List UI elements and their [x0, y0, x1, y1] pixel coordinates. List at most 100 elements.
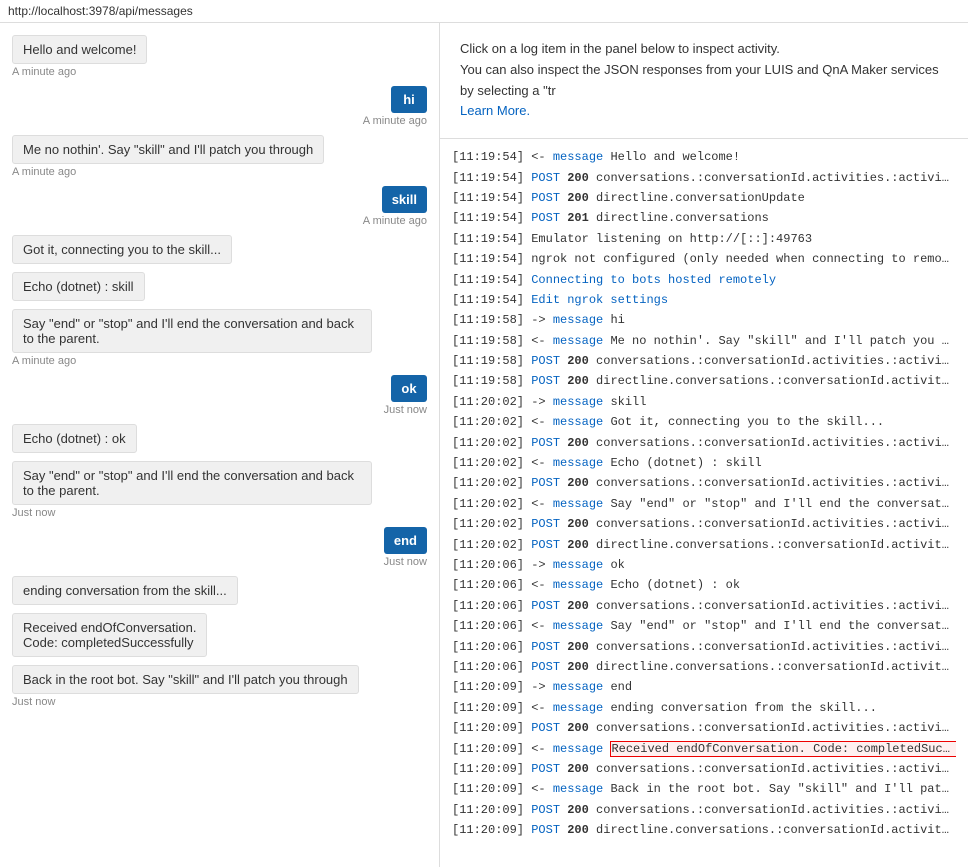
log-post-link[interactable]: POST 200 [531, 823, 589, 837]
log-message-link[interactable]: message [553, 680, 603, 694]
log-section[interactable]: [11:19:54] <- message Hello and welcome!… [440, 139, 968, 867]
chat-message: Me no nothin'. Say "skill" and I'll patc… [12, 135, 427, 178]
log-post-link[interactable]: POST 200 [531, 803, 589, 817]
bot-bubble: Say "end" or "stop" and I'll end the con… [12, 309, 372, 353]
bot-bubble: Echo (dotnet) : skill [12, 272, 145, 301]
log-entry[interactable]: [11:20:06] -> message ok [452, 555, 956, 575]
timestamp: Just now [384, 404, 427, 416]
log-message-link[interactable]: message [553, 578, 603, 592]
log-message-link[interactable]: message [553, 701, 603, 715]
log-entry[interactable]: [11:20:09] POST 200 directline.conversat… [452, 820, 956, 840]
log-entry[interactable]: [11:20:02] <- message Echo (dotnet) : sk… [452, 453, 956, 473]
bot-bubble: Me no nothin'. Say "skill" and I'll patc… [12, 135, 324, 164]
log-entry[interactable]: [11:20:06] POST 200 conversations.:conve… [452, 596, 956, 616]
log-entry[interactable]: [11:19:58] POST 200 directline.conversat… [452, 371, 956, 391]
log-post-link[interactable]: POST 200 [531, 354, 589, 368]
log-entry[interactable]: [11:19:54] Connecting to bots hosted rem… [452, 270, 956, 290]
log-entry[interactable]: [11:19:54] Edit ngrok settings [452, 290, 956, 310]
log-entry[interactable]: [11:19:54] POST 200 directline.conversat… [452, 188, 956, 208]
highlighted-text: Received endOfConversation. Code: comple… [610, 741, 956, 757]
info-section: Click on a log item in the panel below t… [440, 23, 968, 139]
log-message-link[interactable]: message [553, 313, 603, 327]
log-entry[interactable]: [11:20:06] POST 200 directline.conversat… [452, 657, 956, 677]
log-entry[interactable]: [11:20:02] <- message Say "end" or "stop… [452, 494, 956, 514]
chat-message: Got it, connecting you to the skill... [12, 235, 427, 264]
log-message-link[interactable]: message [553, 395, 603, 409]
log-message-link[interactable]: message [553, 619, 603, 633]
log-entry[interactable]: [11:20:02] -> message skill [452, 392, 956, 412]
log-message-link[interactable]: message [553, 415, 603, 429]
log-post-link[interactable]: POST 200 [531, 517, 589, 531]
bot-bubble: Say "end" or "stop" and I'll end the con… [12, 461, 372, 505]
connecting-link[interactable]: Connecting to bots hosted remotely [531, 273, 776, 287]
log-entry[interactable]: [11:20:09] <- message Back in the root b… [452, 779, 956, 799]
log-post-link[interactable]: POST 201 [531, 211, 589, 225]
url-text: http://localhost:3978/api/messages [8, 4, 193, 18]
log-entry[interactable]: [11:20:06] <- message Say "end" or "stop… [452, 616, 956, 636]
log-entry[interactable]: [11:19:54] ngrok not configured (only ne… [452, 249, 956, 269]
chat-message: Back in the root bot. Say "skill" and I'… [12, 665, 427, 708]
url-bar: http://localhost:3978/api/messages [0, 0, 968, 23]
log-entry[interactable]: [11:20:02] <- message Got it, connecting… [452, 412, 956, 432]
info-line1: Click on a log item in the panel below t… [460, 39, 948, 60]
timestamp: A minute ago [12, 166, 76, 178]
log-entry[interactable]: [11:20:02] POST 200 conversations.:conve… [452, 433, 956, 453]
log-post-link[interactable]: POST 200 [531, 721, 589, 735]
log-entry[interactable]: [11:20:09] POST 200 conversations.:conve… [452, 759, 956, 779]
log-message-link[interactable]: message [553, 497, 603, 511]
user-bubble: hi [391, 86, 427, 113]
timestamp: A minute ago [12, 66, 76, 78]
chat-message: Hello and welcome!A minute ago [12, 35, 427, 78]
timestamp: Just now [12, 507, 55, 519]
log-post-link[interactable]: POST 200 [531, 538, 589, 552]
timestamp: A minute ago [363, 215, 427, 227]
log-entry[interactable]: [11:20:09] <- message Received endOfConv… [452, 739, 956, 759]
log-post-link[interactable]: POST 200 [531, 191, 589, 205]
log-entry[interactable]: [11:19:54] Emulator listening on http://… [452, 229, 956, 249]
log-message-link[interactable]: message [553, 150, 603, 164]
log-post-link[interactable]: POST 200 [531, 660, 589, 674]
log-post-link[interactable]: POST 200 [531, 762, 589, 776]
user-bubble: end [384, 527, 427, 554]
log-entry[interactable]: [11:19:54] POST 201 directline.conversat… [452, 208, 956, 228]
log-post-link[interactable]: POST 200 [531, 171, 589, 185]
log-entry[interactable]: [11:20:09] POST 200 conversations.:conve… [452, 718, 956, 738]
info-line2-text: You can also inspect the JSON responses … [460, 62, 939, 98]
log-entry[interactable]: [11:20:09] <- message ending conversatio… [452, 698, 956, 718]
log-entry[interactable]: [11:20:02] POST 200 conversations.:conve… [452, 514, 956, 534]
log-entry[interactable]: [11:20:09] POST 200 conversations.:conve… [452, 800, 956, 820]
log-message-link[interactable]: message [553, 742, 603, 756]
log-entry[interactable]: [11:19:54] <- message Hello and welcome! [452, 147, 956, 167]
log-entry[interactable]: [11:20:02] POST 200 conversations.:conve… [452, 473, 956, 493]
log-post-link[interactable]: POST 200 [531, 476, 589, 490]
bot-bubble: ending conversation from the skill... [12, 576, 238, 605]
timestamp: A minute ago [12, 355, 76, 367]
edit-ngrok-link[interactable]: Edit ngrok settings [531, 293, 668, 307]
log-post-link[interactable]: POST 200 [531, 640, 589, 654]
bot-bubble: Received endOfConversation. Code: comple… [12, 613, 207, 657]
log-message-link[interactable]: message [553, 558, 603, 572]
learn-more-link[interactable]: Learn More. [460, 103, 530, 118]
log-entry[interactable]: [11:19:58] POST 200 conversations.:conve… [452, 351, 956, 371]
log-entry[interactable]: [11:20:06] <- message Echo (dotnet) : ok [452, 575, 956, 595]
user-bubble: skill [382, 186, 427, 213]
log-post-link[interactable]: POST 200 [531, 436, 589, 450]
info-line2: You can also inspect the JSON responses … [460, 60, 948, 102]
log-post-link[interactable]: POST 200 [531, 599, 589, 613]
log-entry[interactable]: [11:20:02] POST 200 directline.conversat… [452, 535, 956, 555]
user-bubble: ok [391, 375, 427, 402]
log-entry[interactable]: [11:19:58] <- message Me no nothin'. Say… [452, 331, 956, 351]
chat-message: Say "end" or "stop" and I'll end the con… [12, 309, 427, 367]
chat-message: Echo (dotnet) : skill [12, 272, 427, 301]
chat-message: ending conversation from the skill... [12, 576, 427, 605]
log-message-link[interactable]: message [553, 456, 603, 470]
timestamp: Just now [384, 556, 427, 568]
log-post-link[interactable]: POST 200 [531, 374, 589, 388]
log-entry[interactable]: [11:19:58] -> message hi [452, 310, 956, 330]
chat-message: Received endOfConversation. Code: comple… [12, 613, 427, 657]
log-entry[interactable]: [11:20:09] -> message end [452, 677, 956, 697]
log-entry[interactable]: [11:20:06] POST 200 conversations.:conve… [452, 637, 956, 657]
log-entry[interactable]: [11:19:54] POST 200 conversations.:conve… [452, 168, 956, 188]
log-message-link[interactable]: message [553, 782, 603, 796]
log-message-link[interactable]: message [553, 334, 603, 348]
